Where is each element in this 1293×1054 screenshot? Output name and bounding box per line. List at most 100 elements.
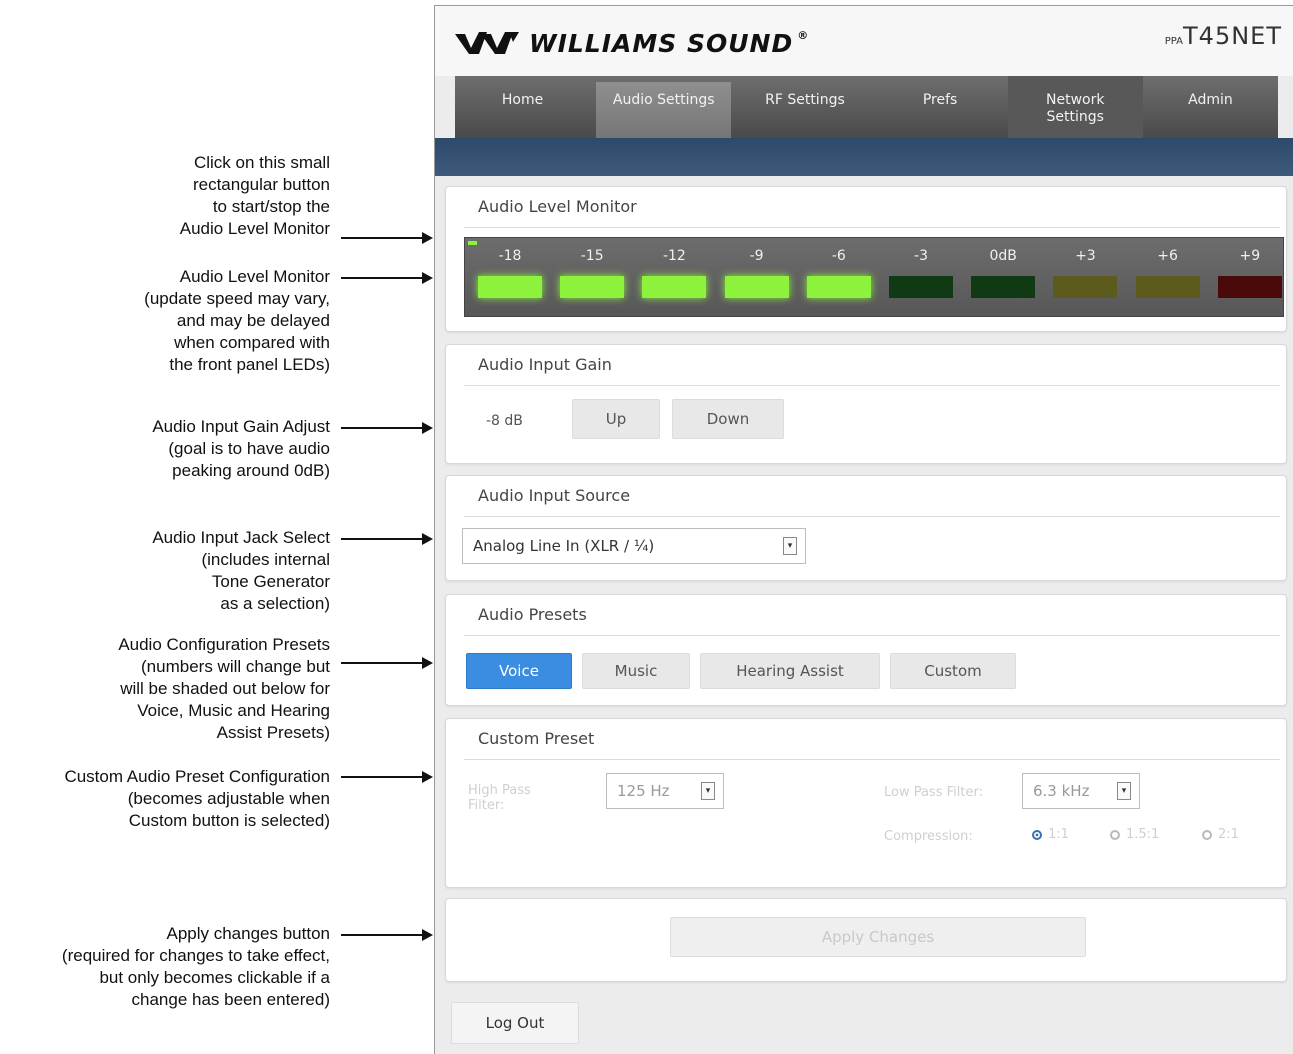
annotation-line: Audio Level Monitor xyxy=(179,267,330,286)
preset-hearing-assist-button[interactable]: Hearing Assist xyxy=(700,653,880,689)
divider xyxy=(464,516,1280,517)
annotation-line: Tone Generator xyxy=(211,572,330,591)
annotation-arrow xyxy=(341,533,433,545)
apply-changes-button[interactable]: Apply Changes xyxy=(670,917,1086,957)
input-gain-panel: Audio Input Gain -8 dB Up Down xyxy=(445,344,1287,464)
led-label: -9 xyxy=(749,248,764,264)
radio-label: 2:1 xyxy=(1218,827,1239,842)
annotation-input-gain: Audio Input Gain Adjust (goal is to have… xyxy=(152,416,330,482)
annotation-line: Voice, Music and Hearing xyxy=(137,701,330,720)
annotation-line: peaking around 0dB) xyxy=(172,461,330,480)
annotation-line: Assist Presets) xyxy=(216,723,330,742)
low-pass-select[interactable]: 6.3 kHz ▾ xyxy=(1022,773,1140,809)
tab-label: Network Settings xyxy=(1046,92,1104,126)
annotation-line: Apply changes button xyxy=(166,924,330,943)
label-line: Filter: xyxy=(468,798,505,813)
compression-radio-1-5-1[interactable]: 1.5:1 xyxy=(1110,827,1159,842)
tab-label-line: Settings xyxy=(1046,109,1104,125)
compression-label: Compression: xyxy=(884,829,973,844)
input-source-select[interactable]: Analog Line In (XLR / ¼) ▾ xyxy=(462,528,806,564)
tab-audio-settings[interactable]: Audio Settings xyxy=(596,82,732,138)
compression-radio-2-1[interactable]: 2:1 xyxy=(1202,827,1239,842)
logo-wordmark: WILLIAMS SOUND xyxy=(529,28,794,58)
annotation-line: Click on this small xyxy=(193,153,330,172)
annotation-line: Custom button is selected) xyxy=(128,811,330,830)
level-meter: -18 -15 -12 -9 -6 -3 0dB +3 +6 +9 xyxy=(464,237,1284,317)
dropdown-arrow-icon: ▾ xyxy=(701,782,715,800)
annotation-input-jack: Audio Input Jack Select (includes intern… xyxy=(152,527,330,615)
high-pass-select[interactable]: 125 Hz ▾ xyxy=(606,773,724,809)
led-segment xyxy=(642,276,707,298)
annotation-presets: Audio Configuration Presets (numbers wil… xyxy=(118,634,330,744)
annotation-line: but only becomes clickable if a xyxy=(99,968,330,987)
radio-selected-icon xyxy=(1032,829,1042,840)
label-line: High Pass xyxy=(468,783,531,798)
annotation-line: Audio Input Gain Adjust xyxy=(152,417,330,436)
led-label: -15 xyxy=(580,248,604,264)
panel-title: Audio Presets xyxy=(478,605,587,624)
tab-label: Admin xyxy=(1188,92,1233,108)
panel-title: Audio Input Gain xyxy=(478,355,612,374)
tab-network-settings[interactable]: Network Settings xyxy=(1007,76,1143,138)
annotation-line: Audio Configuration Presets xyxy=(118,635,330,654)
registered-mark: ® xyxy=(797,28,810,42)
led-segment xyxy=(1135,276,1200,298)
preset-custom-button[interactable]: Custom xyxy=(890,653,1016,689)
annotation-line: (update speed may vary, xyxy=(144,289,330,308)
gain-down-button[interactable]: Down xyxy=(672,399,784,439)
annotation-line: (numbers will change but xyxy=(141,657,330,676)
model-name: PPAT45NET xyxy=(1165,22,1282,50)
gain-up-button[interactable]: Up xyxy=(572,399,660,439)
panel-title: Audio Input Source xyxy=(478,486,631,505)
led-label: +3 xyxy=(1075,248,1096,264)
tab-home[interactable]: Home xyxy=(455,76,590,138)
annotation-line: will be shaded out below for xyxy=(120,679,330,698)
tab-admin[interactable]: Admin xyxy=(1143,76,1278,138)
select-value: 125 Hz xyxy=(617,782,670,800)
preset-voice-button[interactable]: Voice xyxy=(466,653,572,689)
annotation-arrow xyxy=(341,272,433,284)
annotation-line: to start/stop the xyxy=(212,197,330,216)
radio-icon xyxy=(1110,829,1120,840)
annotation-arrow xyxy=(341,771,433,783)
williams-sound-logo-icon xyxy=(455,32,519,54)
panel-title: Custom Preset xyxy=(478,729,595,748)
panel-title: Audio Level Monitor xyxy=(478,197,637,216)
divider xyxy=(464,227,1280,228)
radio-label: 1:1 xyxy=(1048,827,1069,842)
tab-label-line: Network xyxy=(1046,92,1105,108)
led-label: -18 xyxy=(498,248,522,264)
divider xyxy=(464,759,1280,760)
radio-label: 1.5:1 xyxy=(1126,827,1160,842)
brand-bar: WILLIAMS SOUND ® PPAT45NET xyxy=(435,6,1293,76)
model-prefix: PPA xyxy=(1164,36,1184,47)
annotation-line: (required for changes to take effect, xyxy=(61,946,330,965)
led-segment xyxy=(806,276,871,298)
annotation-line: the front panel LEDs) xyxy=(169,355,330,374)
dropdown-arrow-icon: ▾ xyxy=(1117,782,1131,800)
divider xyxy=(464,635,1280,636)
led-label: 0dB xyxy=(989,248,1017,264)
radio-icon xyxy=(1202,829,1212,840)
annotation-line: change has been entered) xyxy=(131,990,331,1009)
annotation-custom-preset: Custom Audio Preset Configuration (becom… xyxy=(64,766,330,832)
annotation-arrow xyxy=(341,929,433,941)
tab-label: Audio Settings xyxy=(612,92,715,108)
annotation-line: (includes internal xyxy=(201,550,330,569)
annotation-line: when compared with xyxy=(174,333,330,352)
tab-prefs[interactable]: Prefs xyxy=(873,76,1008,138)
tab-label: Home xyxy=(501,92,544,108)
high-pass-label: High Pass Filter: xyxy=(468,783,531,813)
tab-label: Prefs xyxy=(922,92,958,108)
led-label: +6 xyxy=(1157,248,1178,264)
annotation-monitor-toggle: Click on this small rectangular button t… xyxy=(180,152,330,240)
led-segment xyxy=(478,276,542,298)
tab-rf-settings[interactable]: RF Settings xyxy=(737,76,872,138)
led-segment xyxy=(971,276,1036,298)
preset-music-button[interactable]: Music xyxy=(582,653,690,689)
monitor-toggle-button[interactable] xyxy=(468,241,477,245)
presets-panel: Audio Presets Voice Music Hearing Assist… xyxy=(445,594,1287,706)
log-out-button[interactable]: Log Out xyxy=(451,1002,579,1044)
select-value: 6.3 kHz xyxy=(1033,782,1090,800)
compression-radio-1-1[interactable]: 1:1 xyxy=(1032,827,1069,842)
